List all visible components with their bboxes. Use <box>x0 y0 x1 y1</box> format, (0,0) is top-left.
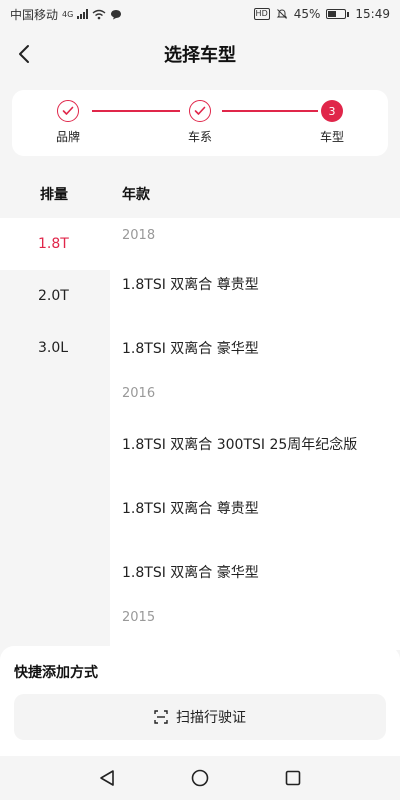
step-model: 3 车型 <box>302 100 362 145</box>
page-title: 选择车型 <box>164 45 236 66</box>
step-label: 品牌 <box>55 130 80 144</box>
model-item[interactable]: 1.8TSI 双离合 尊贵型 <box>122 498 259 518</box>
quick-add-sheet: 快捷添加方式 扫描行驶证 <box>0 646 400 756</box>
column-headers: 排量 年款 <box>0 168 400 218</box>
top-app-bar: 选择车型 <box>0 28 400 80</box>
step-connector <box>92 110 180 112</box>
battery-percent: 45% <box>293 7 321 21</box>
step-label: 车型 <box>319 130 344 144</box>
nav-home-button[interactable] <box>185 763 215 793</box>
circle-home-icon <box>191 769 209 787</box>
chevron-left-icon <box>19 45 29 63</box>
bell-muted-icon <box>276 9 287 19</box>
scan-icon <box>154 710 168 724</box>
hd-badge: HD <box>253 8 270 20</box>
square-recents-icon <box>286 770 301 786</box>
model-item[interactable]: 1.8TSI 双离合 豪华型 <box>122 562 259 582</box>
model-item[interactable]: 1.8TSI 双离合 豪华型 <box>122 338 259 358</box>
year-label: 2015 <box>122 610 156 625</box>
year-label: 2018 <box>122 228 156 243</box>
step-series[interactable]: 车系 <box>170 100 230 145</box>
check-icon <box>189 100 211 122</box>
displacement-item[interactable]: 1.8T <box>0 218 110 270</box>
displacement-item[interactable]: 3.0L <box>0 322 110 374</box>
scan-license-button[interactable]: 扫描行驶证 <box>14 694 386 740</box>
model-list: 2018 1.8TSI 双离合 尊贵型 1.8TSI 双离合 豪华型 2016 … <box>110 218 400 650</box>
back-button[interactable] <box>8 38 40 70</box>
battery-icon <box>326 9 350 19</box>
step-number-badge: 3 <box>321 100 343 122</box>
system-nav-bar <box>0 756 400 800</box>
displacement-header: 排量 <box>40 187 68 203</box>
clock: 15:49 <box>355 7 390 21</box>
carrier-name: 中国移动 <box>10 7 59 22</box>
displacement-list: 1.8T 2.0T 3.0L <box>0 218 110 650</box>
signal-icon <box>77 9 89 19</box>
triangle-back-icon <box>99 770 114 786</box>
nav-recents-button[interactable] <box>278 763 308 793</box>
network-type: 4G <box>62 9 74 19</box>
year-header: 年款 <box>122 187 150 203</box>
year-label: 2016 <box>122 386 156 401</box>
step-label: 车系 <box>187 130 212 144</box>
message-icon <box>111 9 122 19</box>
step-brand[interactable]: 品牌 <box>38 100 98 145</box>
quick-add-title: 快捷添加方式 <box>14 665 98 681</box>
scan-label: 扫描行驶证 <box>176 710 246 726</box>
progress-stepper: 品牌 车系 3 车型 <box>12 90 388 156</box>
model-item[interactable]: 1.8TSI 双离合 300TSI 25周年纪念版 <box>122 434 357 454</box>
check-icon <box>57 100 79 122</box>
displacement-item[interactable]: 2.0T <box>0 270 110 322</box>
status-bar: 中国移动 4G HD 45% 15:49 <box>0 0 400 28</box>
nav-back-button[interactable] <box>92 763 122 793</box>
wifi-icon <box>92 9 106 19</box>
model-item[interactable]: 1.8TSI 双离合 尊贵型 <box>122 274 259 294</box>
